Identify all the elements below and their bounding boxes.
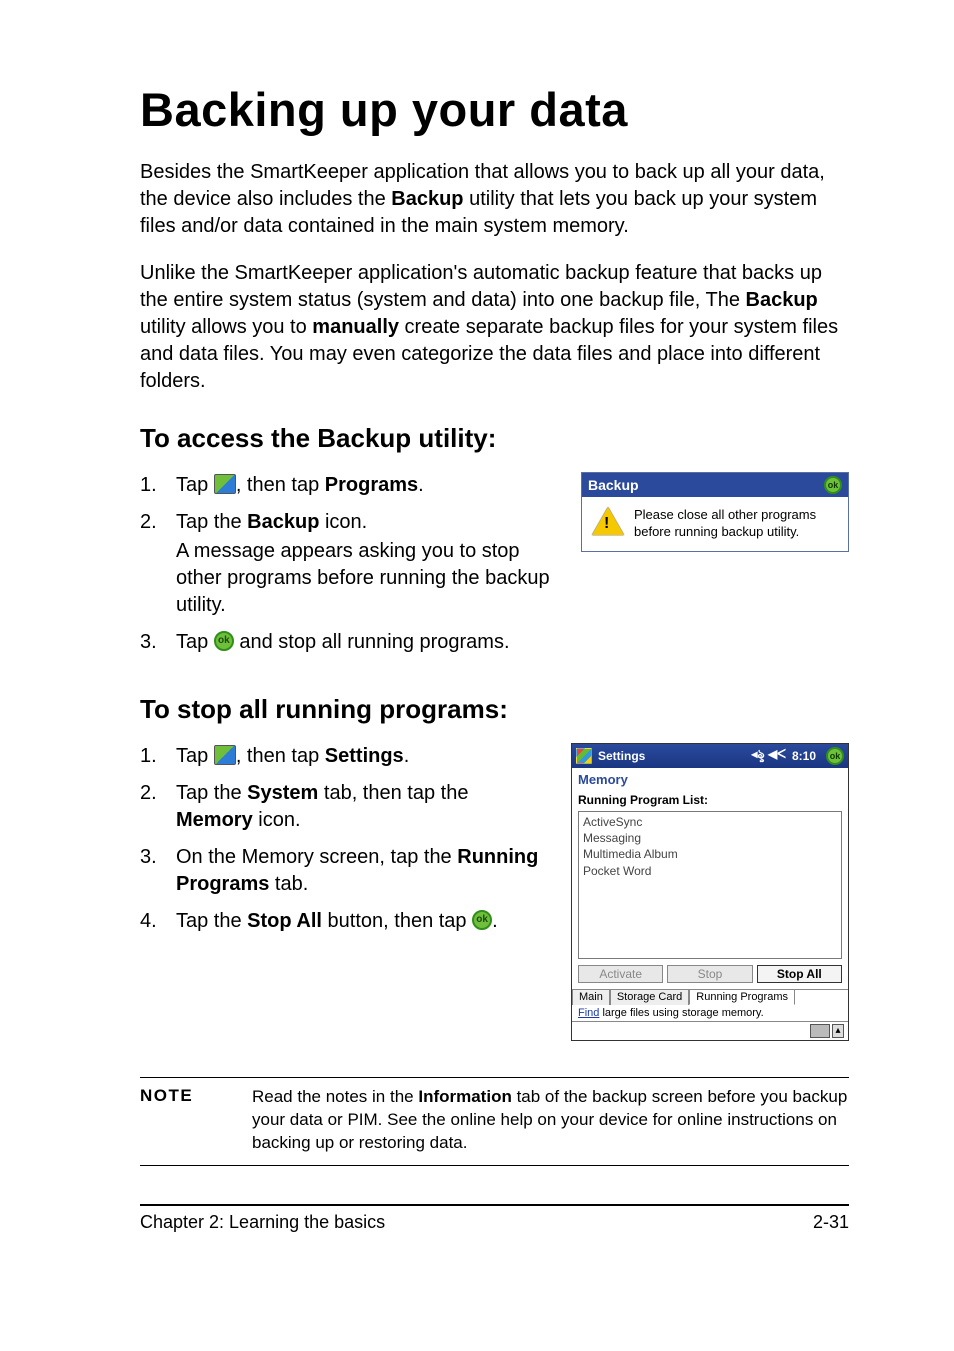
screenshot-ok-button[interactable]: ok [826,747,844,765]
list-item[interactable]: Multimedia Album [583,846,837,862]
stop-all-term: Stop All [247,910,322,932]
list-item[interactable]: ActiveSync [583,814,837,830]
step-2-sub: A message appears asking you to stop oth… [176,538,551,619]
signal-icon: ◂ৡ ◀ᐸ [751,746,786,766]
footer-page-number: 2-31 [813,1212,849,1233]
system-term: System [247,782,318,804]
text: button, then tap [322,910,472,932]
step-1: Tap , then tap Settings. [140,743,541,770]
section-access-backup: To access the Backup utility: [140,423,849,454]
stop-all-button[interactable]: Stop All [757,965,842,983]
access-steps-list: Tap , then tap Programs. Tap the Backup … [140,472,551,656]
windows-start-icon [214,474,236,494]
find-link[interactable]: Find [578,1007,599,1019]
activate-button: Activate [578,965,663,983]
text: tab. [269,873,308,895]
step-4: Tap the Stop All button, then tap ok. [140,908,541,935]
find-large-files-row: Find large files using storage memory. [572,1005,848,1021]
windows-start-icon [214,745,236,765]
note-block: NOTE Read the notes in the Information t… [140,1077,849,1166]
list-item[interactable]: Messaging [583,830,837,846]
text: Tap the [176,910,247,932]
clock: 8:10 [792,749,816,763]
text: large files using storage memory. [599,1007,763,1019]
windows-flag-icon[interactable] [576,748,592,764]
tab-main[interactable]: Main [572,989,610,1005]
backup-dialog: Backup ok Please close all other program… [581,472,849,552]
tab-running-programs[interactable]: Running Programs [689,989,795,1005]
page-title: Backing up your data [140,82,849,137]
text: Unlike the SmartKeeper application's aut… [140,262,822,311]
text: . [492,910,498,932]
page-footer: Chapter 2: Learning the basics 2-31 [140,1206,849,1233]
text: On the Memory screen, tap the [176,846,457,868]
manually-term: manually [312,316,399,338]
stop-button: Stop [667,965,752,983]
ok-icon: ok [214,631,234,651]
running-program-list-label: Running Program List: [572,791,848,809]
step-2: Tap the System tab, then tap the Memory … [140,780,541,834]
intro-paragraph-1: Besides the SmartKeeper application that… [140,159,849,240]
section-stop-programs: To stop all running programs: [140,694,849,725]
keyboard-icon[interactable] [810,1024,830,1038]
text: tab, then tap the [318,782,468,804]
text: Read the notes in the [252,1087,418,1106]
text: icon. [253,809,301,831]
memory-term: Memory [176,809,253,831]
stop-steps-list: Tap , then tap Settings. Tap the System … [140,743,541,935]
text: Tap [176,474,214,496]
programs-term: Programs [325,474,418,496]
information-term: Information [418,1087,512,1106]
text: Tap the [176,511,247,533]
popup-arrow-icon[interactable]: ▴ [832,1024,844,1038]
text: , then tap [236,745,325,767]
text: Tap [176,745,214,767]
text: and stop all running programs. [234,631,510,653]
ok-icon: ok [472,910,492,930]
backup-term: Backup [746,289,818,311]
step-3: On the Memory screen, tap the Running Pr… [140,844,541,898]
note-label: NOTE [140,1086,204,1155]
screenshot-subtitle: Memory [572,768,848,791]
text: Tap [176,631,214,653]
tab-storage-card[interactable]: Storage Card [610,989,689,1005]
backup-term: Backup [247,511,319,533]
warning-icon [592,507,624,535]
memory-settings-screenshot: Settings ◂ৡ ◀ᐸ 8:10 ok Memory Running Pr… [571,743,849,1041]
dialog-message: Please close all other programs before r… [634,507,838,541]
step-2: Tap the Backup icon. A message appears a… [140,509,551,619]
list-item[interactable]: Pocket Word [583,863,837,879]
step-1: Tap , then tap Programs. [140,472,551,499]
intro-paragraph-2: Unlike the SmartKeeper application's aut… [140,260,849,395]
settings-term: Settings [325,745,404,767]
dialog-ok-button[interactable]: ok [824,476,842,494]
step-3: Tap ok and stop all running programs. [140,629,551,656]
note-text: Read the notes in the Information tab of… [252,1086,849,1155]
text: . [404,745,410,767]
screenshot-title: Settings [598,749,745,763]
divider [140,1165,849,1166]
running-program-list[interactable]: ActiveSync Messaging Multimedia Album Po… [578,811,842,959]
footer-chapter: Chapter 2: Learning the basics [140,1212,385,1233]
text: . [418,474,424,496]
text: Tap the [176,782,247,804]
text: icon. [319,511,367,533]
text: , then tap [236,474,325,496]
dialog-title: Backup [588,477,639,493]
backup-term: Backup [391,188,463,210]
text: utility allows you to [140,316,312,338]
